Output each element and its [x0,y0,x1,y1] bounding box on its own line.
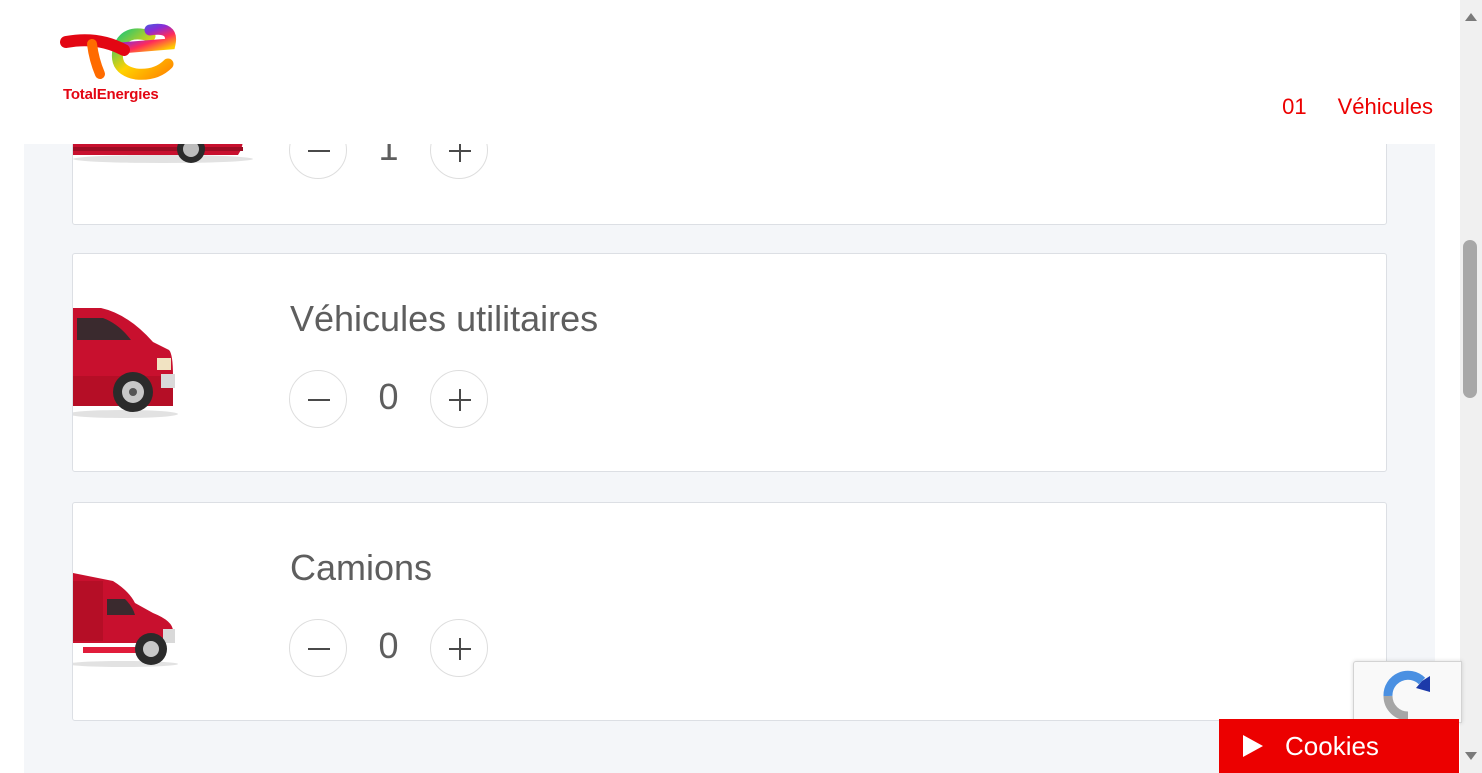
quantity-stepper: 0 [289,619,491,679]
step-number: 01 [1282,94,1307,119]
vertical-scrollbar[interactable] [1460,0,1482,773]
cookies-button[interactable]: Cookies [1219,719,1459,773]
play-icon [1243,735,1263,757]
increment-button[interactable] [430,619,488,677]
vehicle-card-utility: Véhicules utilitaires 0 [72,253,1387,472]
van-icon [73,308,178,418]
breadcrumb: 01 Véhicules [1282,94,1433,120]
site-header: TotalEnergies 01 Véhicules [0,0,1460,144]
quantity-stepper: 0 [289,370,491,430]
recaptcha-badge[interactable] [1353,661,1462,723]
card-title: Véhicules utilitaires [290,298,599,339]
vehicle-card-trucks: Camions 0 [72,502,1387,721]
scroll-down-icon[interactable] [1465,752,1477,760]
increment-button[interactable] [430,370,488,428]
logo-text: TotalEnergies [63,86,159,103]
scroll-up-icon[interactable] [1465,13,1477,21]
cookies-label: Cookies [1285,730,1379,761]
scroll-thumb[interactable] [1463,240,1477,398]
step-label: Véhicules [1337,94,1433,119]
decrement-button[interactable] [289,619,347,677]
quantity-value: 0 [378,625,399,666]
quantity-value: 0 [378,376,399,417]
card-title: Camions [290,547,433,588]
decrement-button[interactable] [289,370,347,428]
truck-icon [73,573,178,667]
recaptcha-icon [1383,670,1430,721]
